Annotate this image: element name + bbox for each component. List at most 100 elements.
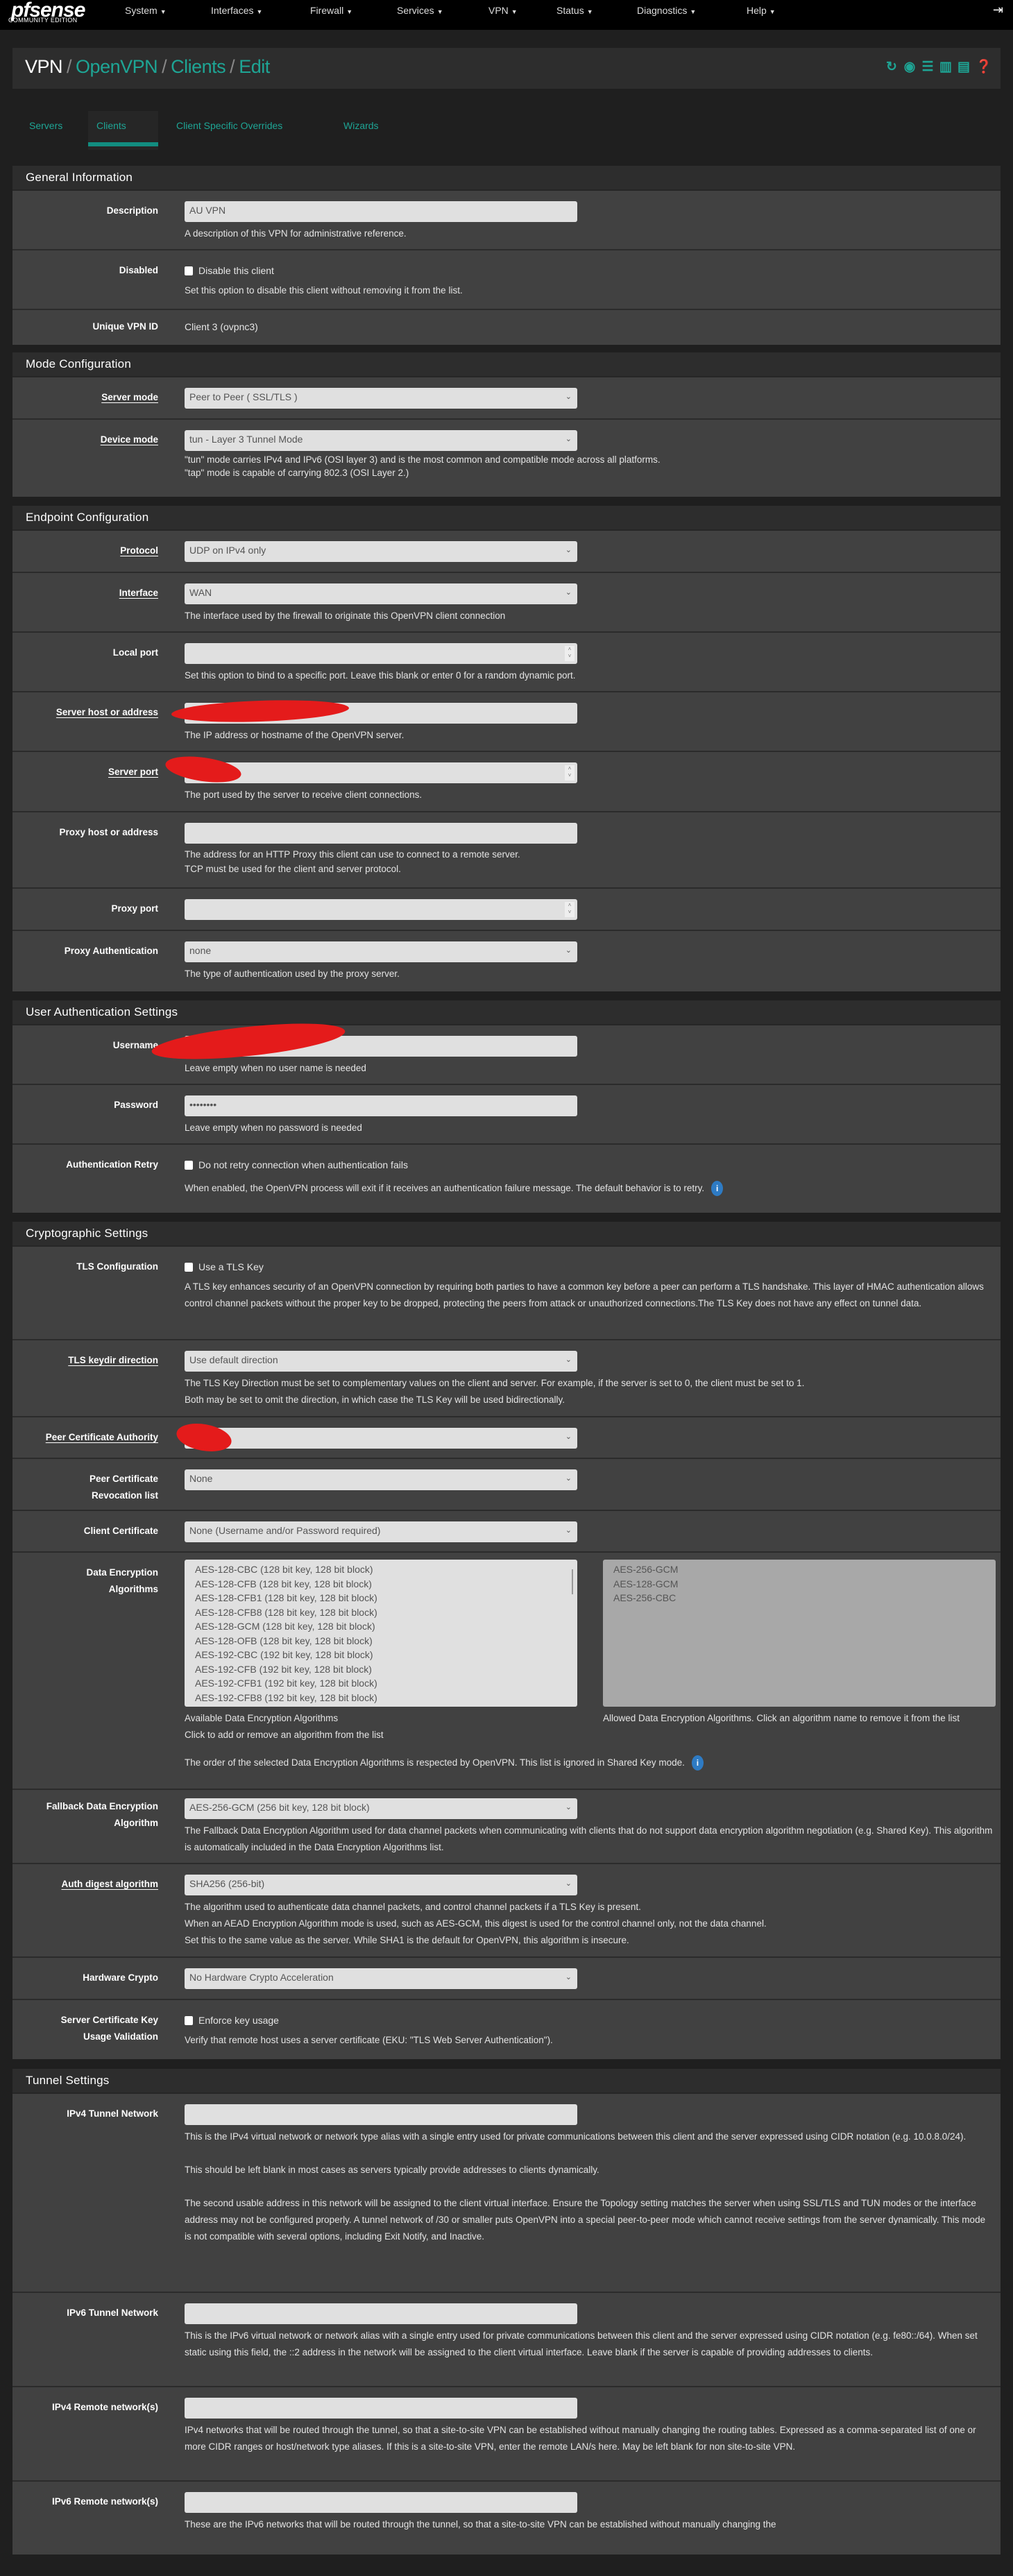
nav-firewall[interactable]: Firewall ▼ xyxy=(310,5,352,16)
nav-services[interactable]: Services ▼ xyxy=(397,5,443,16)
tab-client-specific-overrides[interactable]: Client Specific Overrides xyxy=(168,111,291,150)
restart-icon[interactable]: ↻ xyxy=(885,59,898,76)
list-item[interactable]: AES-192-CFB1 (192 bit key, 128 bit block… xyxy=(195,1676,567,1691)
help-text: Available Data Encryption Algorithms Clic… xyxy=(185,1710,577,1743)
help-line: Available Data Encryption Algorithms xyxy=(185,1713,339,1723)
nav-diagnostics[interactable]: Diagnostics ▼ xyxy=(637,5,696,16)
nav-help[interactable]: Help ▼ xyxy=(747,5,776,16)
allowed-algorithms-list[interactable]: AES-256-GCM AES-128-GCM AES-256-CBC xyxy=(603,1560,996,1707)
label-text: Server port xyxy=(108,767,158,777)
username-row: Username Leave empty when no user name i… xyxy=(12,1016,1001,1085)
info-icon[interactable]: i xyxy=(711,1181,724,1197)
disable-client-checkbox[interactable] xyxy=(185,266,193,275)
logo-edition: COMMUNITY EDITION xyxy=(8,17,78,24)
list-item[interactable]: AES-256-CBC xyxy=(613,1591,985,1605)
proxy-auth-select[interactable]: none ⌄ xyxy=(185,941,577,962)
nav-label: Help xyxy=(747,5,767,16)
list-item[interactable]: AES-128-OFB (128 bit key, 128 bit block) xyxy=(195,1634,567,1648)
sign-out-icon[interactable]: ⇥ xyxy=(993,3,1003,17)
caret-down-icon: ▼ xyxy=(436,8,443,15)
fallback-algorithm-select[interactable]: AES-256-GCM (256 bit key, 128 bit block)… xyxy=(185,1798,577,1819)
list-item[interactable]: AES-128-CBC (128 bit key, 128 bit block) xyxy=(195,1562,567,1577)
use-tls-key-checkbox[interactable] xyxy=(185,1262,193,1272)
proxy-port-input[interactable]: ˄ ˅ xyxy=(185,899,577,920)
list-item[interactable]: AES-192-CBC (192 bit key, 128 bit block) xyxy=(195,1648,567,1662)
hardware-crypto-select[interactable]: No Hardware Crypto Acceleration ⌄ xyxy=(185,1968,577,1989)
select-value: None xyxy=(189,1473,213,1484)
auth-retry-checkbox[interactable] xyxy=(185,1160,193,1170)
breadcrumb-vpn: VPN xyxy=(25,56,63,77)
breadcrumb-clients[interactable]: Clients xyxy=(171,56,226,77)
password-input[interactable]: •••••••• xyxy=(185,1095,577,1116)
list-item[interactable]: AES-128-CFB8 (128 bit key, 128 bit block… xyxy=(195,1605,567,1620)
chevron-down-icon: ⌄ xyxy=(565,1474,572,1483)
description-input[interactable]: AU VPN xyxy=(185,201,577,222)
ipv6-remote-input[interactable] xyxy=(185,2492,577,2513)
settings-sliders-icon[interactable]: ☰ xyxy=(921,59,934,76)
spinner-icon[interactable]: ˄ ˅ xyxy=(565,646,574,661)
cryptographic-settings-panel: Cryptographic Settings TLS Configuration… xyxy=(12,1222,1001,2059)
panel-title: General Information xyxy=(12,166,1001,191)
nav-label: System xyxy=(125,5,158,16)
list-item[interactable]: AES-128-GCM (128 bit key, 128 bit block) xyxy=(195,1619,567,1634)
label-text: Server host or address xyxy=(56,707,158,717)
scrollbar[interactable] xyxy=(572,1569,573,1594)
nav-status[interactable]: Status ▼ xyxy=(556,5,593,16)
client-certificate-select[interactable]: None (Username and/or Password required)… xyxy=(185,1521,577,1542)
help-line: Both may be set to omit the direction, i… xyxy=(185,1394,565,1405)
nav-vpn[interactable]: VPN ▼ xyxy=(488,5,518,16)
tls-keydir-select[interactable]: Use default direction ⌄ xyxy=(185,1351,577,1372)
nav-system[interactable]: System ▼ xyxy=(125,5,167,16)
nav-label: Status xyxy=(556,5,584,16)
list-item[interactable]: AES-128-GCM xyxy=(613,1577,985,1592)
peer-ca-select[interactable]: ⌄ xyxy=(185,1428,577,1449)
info-icon[interactable]: i xyxy=(691,1755,704,1771)
device-mode-select[interactable]: tun - Layer 3 Tunnel Mode ⌄ xyxy=(185,430,577,451)
select-value: No Hardware Crypto Acceleration xyxy=(189,1972,334,1983)
checkbox-label: Enforce key usage xyxy=(198,2015,279,2026)
breadcrumb-openvpn[interactable]: OpenVPN xyxy=(76,56,158,77)
chart-icon[interactable]: ▥ xyxy=(939,59,952,76)
help-icon[interactable]: ❓ xyxy=(976,59,992,76)
label-line: Data Encryption xyxy=(86,1567,158,1578)
nav-interfaces[interactable]: Interfaces ▼ xyxy=(211,5,262,16)
spinner-icon[interactable]: ˄ ˅ xyxy=(565,765,574,781)
field-label: Unique VPN ID xyxy=(92,321,158,332)
field-label: Proxy port xyxy=(111,903,158,914)
server-port-input[interactable]: ˄ ˅ xyxy=(185,762,577,783)
auth-digest-select[interactable]: SHA256 (256-bit) ⌄ xyxy=(185,1875,577,1895)
pfsense-logo[interactable]: pfsense COMMUNITY EDITION xyxy=(6,0,103,29)
chevron-down-icon: ⌄ xyxy=(565,588,572,597)
available-algorithms-list[interactable]: AES-128-CBC (128 bit key, 128 bit block)… xyxy=(185,1560,577,1707)
proxy-host-input[interactable] xyxy=(185,823,577,844)
tab-servers[interactable]: Servers xyxy=(21,111,71,150)
spinner-icon[interactable]: ˄ ˅ xyxy=(565,902,574,917)
interface-select[interactable]: WAN ⌄ xyxy=(185,583,577,604)
unique-id-row: Unique VPN ID Client 3 (ovpnc3) xyxy=(12,310,1001,345)
list-item[interactable]: AES-128-CFB (128 bit key, 128 bit block) xyxy=(195,1577,567,1592)
protocol-select[interactable]: UDP on IPv4 only ⌄ xyxy=(185,541,577,562)
ipv6-tunnel-input[interactable] xyxy=(185,2303,577,2324)
tab-wizards[interactable]: Wizards xyxy=(335,111,387,150)
list-item[interactable]: AES-128-CFB1 (128 bit key, 128 bit block… xyxy=(195,1591,567,1605)
chevron-down-icon: ⌄ xyxy=(565,1356,572,1364)
log-icon[interactable]: ▤ xyxy=(957,59,970,76)
list-item[interactable]: AES-256-GCM xyxy=(613,1562,985,1577)
local-port-input[interactable]: ˄ ˅ xyxy=(185,643,577,664)
select-value: Peer to Peer ( SSL/TLS ) xyxy=(189,391,298,402)
server-mode-select[interactable]: Peer to Peer ( SSL/TLS ) ⌄ xyxy=(185,388,577,409)
list-item[interactable]: AES-192-CFB8 (192 bit key, 128 bit block… xyxy=(195,1691,567,1705)
enforce-key-usage-checkbox[interactable] xyxy=(185,2015,193,2025)
list-item[interactable]: AES-192-CFB (192 bit key, 128 bit block) xyxy=(195,1662,567,1677)
help-line: When an AEAD Encryption Algorithm mode i… xyxy=(185,1918,767,1929)
help-text: These are the IPv6 networks that will be… xyxy=(185,2519,776,2530)
breadcrumb-edit[interactable]: Edit xyxy=(239,56,270,77)
peer-crl-select[interactable]: None ⌄ xyxy=(185,1469,577,1490)
label-line: Algorithm xyxy=(114,1818,158,1828)
ipv4-tunnel-input[interactable] xyxy=(185,2104,577,2125)
server-cert-eku-row: Server Certificate Key Usage Validation E… xyxy=(12,2000,1001,2059)
ipv4-remote-input[interactable] xyxy=(185,2398,577,2419)
tab-clients[interactable]: Clients xyxy=(88,111,158,150)
help-line: The order of the selected Data Encryptio… xyxy=(185,1757,685,1768)
stop-icon[interactable]: ◉ xyxy=(903,59,916,76)
